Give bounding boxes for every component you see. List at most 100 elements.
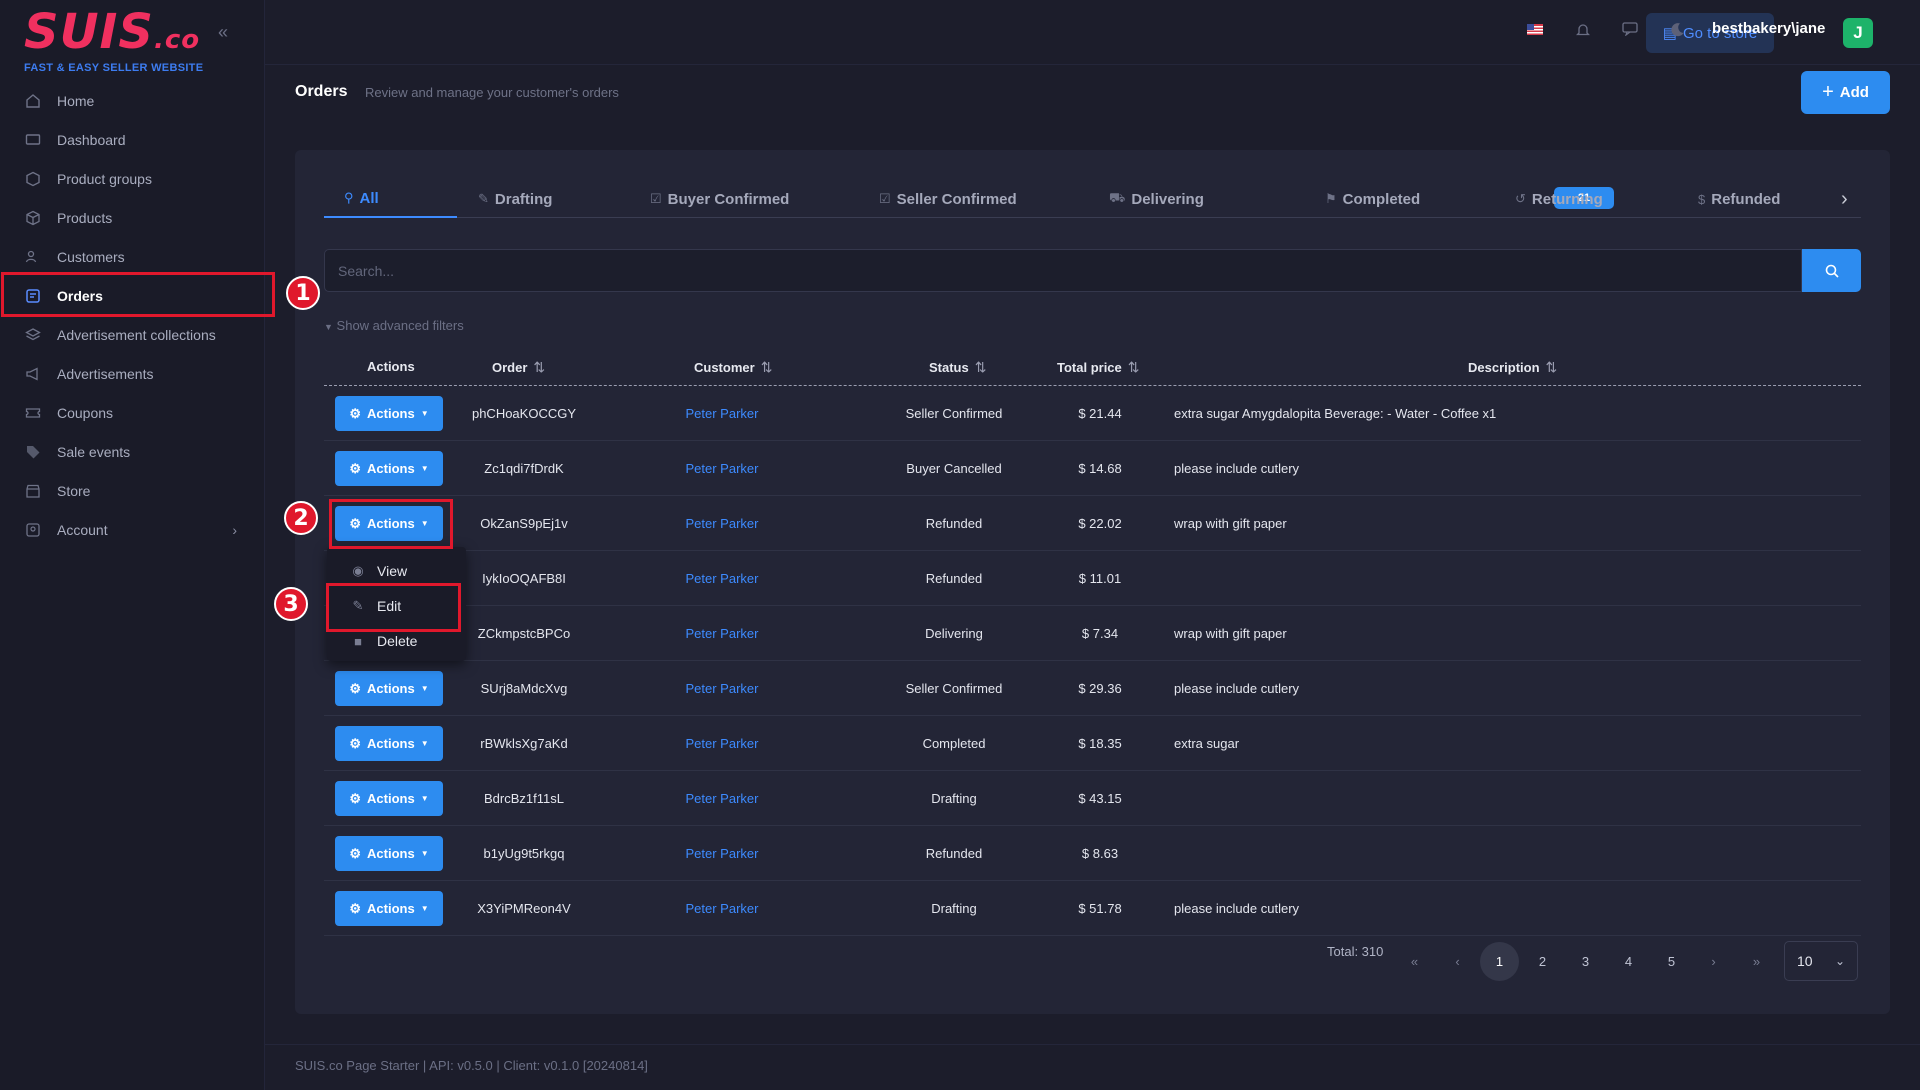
order-id[interactable]: ZCkmpstcBPCo [448, 606, 600, 661]
actions-button[interactable]: ⚙ Actions ▼ [335, 396, 443, 431]
header-total-price[interactable]: Total price ⇅ [1057, 359, 1140, 376]
header-order[interactable]: Order ⇅ [492, 359, 545, 376]
sort-icon[interactable]: ⇅ [761, 359, 773, 375]
add-button[interactable]: + Add [1801, 71, 1890, 114]
actions-button[interactable]: ⚙ Actions ▼ [335, 726, 443, 761]
tab-delivering[interactable]: ⛟ Delivering [1109, 180, 1204, 218]
sort-icon[interactable]: ⇅ [1128, 359, 1140, 375]
actions-button[interactable]: ⚙ Actions ▼ [335, 451, 443, 486]
sidebar-item-dashboard[interactable]: Dashboard [0, 120, 265, 159]
actions-button[interactable]: ⚙ Actions ▼ [335, 671, 443, 706]
message-icon[interactable] [1622, 22, 1638, 40]
actions-button[interactable]: ⚙ Actions ▼ [335, 506, 443, 541]
cube-icon [24, 170, 42, 188]
order-id[interactable]: BdrcBz1f11sL [448, 771, 600, 826]
table-row: ⚙ Actions ▼ BdrcBz1f11sL Peter Parker Draftin… [324, 771, 1861, 826]
order-id[interactable]: IykIoOQAFB8I [448, 551, 600, 606]
sidebar-item-customers[interactable]: Customers [0, 237, 265, 276]
page-2-button[interactable]: 2 [1523, 942, 1562, 981]
page-size-select[interactable]: 10 ⌄ [1784, 941, 1858, 981]
header-status[interactable]: Status ⇅ [929, 359, 986, 376]
page-1-button[interactable]: 1 [1480, 942, 1519, 981]
tab-all[interactable]: ⚲ All [324, 180, 457, 218]
sidebar-item-advertisements[interactable]: Advertisements [0, 354, 265, 393]
next-page-icon[interactable]: › [1694, 942, 1733, 981]
menu-item-view[interactable]: ◉ View [327, 555, 466, 587]
menu-item-delete[interactable]: ■ Delete [327, 625, 466, 657]
order-id[interactable]: OkZanS9pEj1v [448, 496, 600, 551]
customer-link[interactable]: Peter Parker [657, 826, 787, 881]
logo[interactable]: SUIS.co FAST & EASY SELLER WEBSITE [24, 6, 203, 74]
tab-completed[interactable]: ⚑ Completed [1325, 180, 1420, 218]
header-customer[interactable]: Customer ⇅ [694, 359, 772, 376]
sidebar-item-store[interactable]: Store [0, 471, 265, 510]
tab-seller-confirmed[interactable]: ☑ Seller Confirmed [879, 180, 1017, 218]
description-text: please include cutlery [1174, 461, 1300, 476]
prev-page-icon[interactable]: ‹ [1438, 942, 1477, 981]
order-id[interactable]: Zc1qdi7fDrdK [448, 441, 600, 496]
order-id[interactable]: SUrj8aMdcXvg [448, 661, 600, 716]
customer-link[interactable]: Peter Parker [657, 606, 787, 661]
actions-button[interactable]: ⚙ Actions ▼ [335, 781, 443, 816]
user-name[interactable]: bestbakery\jane [1712, 20, 1825, 37]
moon-icon[interactable] [1669, 22, 1685, 42]
page-5-button[interactable]: 5 [1652, 942, 1691, 981]
checkbox-icon: ☑ [879, 191, 891, 206]
customer-link[interactable]: Peter Parker [657, 716, 787, 771]
footer-text: SUIS.co Page Starter | API: v0.5.0 | Cli… [295, 1058, 648, 1073]
description-text: wrap with gift paper [1174, 516, 1287, 531]
description-text: extra sugar Amygdalopita Beverage: - Wat… [1174, 406, 1497, 421]
page-3-button[interactable]: 3 [1566, 942, 1605, 981]
sort-icon[interactable]: ⇅ [975, 359, 987, 375]
order-id[interactable]: b1yUg9t5rkgq [448, 826, 600, 881]
header-description[interactable]: Description ⇅ [1468, 359, 1557, 376]
actions-button[interactable]: ⚙ Actions ▼ [335, 891, 443, 926]
bell-icon[interactable] [1575, 22, 1591, 41]
sort-icon[interactable]: ⇅ [1546, 359, 1558, 375]
tab-returning[interactable]: ↺ Returning [1515, 180, 1603, 218]
total-count: Total: 310 [1327, 944, 1384, 959]
sidebar-item-account[interactable]: Account › [0, 510, 265, 549]
step-badge-1: 1 [286, 276, 320, 310]
sidebar-item-products[interactable]: Products [0, 198, 265, 237]
sidebar-item-home[interactable]: Home [0, 81, 265, 120]
sidebar-item-label: Store [57, 482, 91, 499]
sidebar-item-orders[interactable]: Orders [0, 276, 265, 315]
table-row: IykIoOQAFB8I Peter Parker Refunded $ 11.01 [324, 551, 1861, 606]
first-page-icon[interactable]: « [1395, 942, 1434, 981]
avatar[interactable]: J [1843, 18, 1873, 48]
collapse-sidebar-icon[interactable]: « [218, 22, 228, 43]
logo-suffix: .co [153, 25, 201, 55]
tab-drafting[interactable]: ✎ Drafting [478, 180, 552, 218]
order-id[interactable]: rBWklsXg7aKd [448, 716, 600, 771]
last-page-icon[interactable]: » [1737, 942, 1776, 981]
customer-link[interactable]: Peter Parker [657, 771, 787, 826]
order-id[interactable]: phCHoaKOCCGY [448, 386, 600, 441]
search-input[interactable] [324, 249, 1802, 292]
sidebar-item-coupons[interactable]: Coupons [0, 393, 265, 432]
customer-link[interactable]: Peter Parker [657, 441, 787, 496]
show-advanced-filters-link[interactable]: ▼ Show advanced filters [324, 318, 464, 333]
tabs-next-icon[interactable]: › [1841, 180, 1848, 218]
sidebar-item-advertisement-collections[interactable]: Advertisement collections [0, 315, 265, 354]
page-4-button[interactable]: 4 [1609, 942, 1648, 981]
order-id[interactable]: X3YiPMReon4V [448, 881, 600, 936]
search-button[interactable] [1802, 249, 1861, 292]
tab-refunded[interactable]: $ Refunded [1698, 180, 1780, 218]
actions-button[interactable]: ⚙ Actions ▼ [335, 836, 443, 871]
customer-link[interactable]: Peter Parker [657, 386, 787, 441]
customer-link[interactable]: Peter Parker [657, 551, 787, 606]
step-badge-2: 2 [284, 501, 318, 535]
sidebar-item-sale-events[interactable]: Sale events [0, 432, 265, 471]
sidebar-item-label: Sale events [57, 443, 131, 460]
sidebar-item-product-groups[interactable]: Product groups [0, 159, 265, 198]
sort-icon[interactable]: ⇅ [533, 359, 545, 375]
tab-buyer-confirmed[interactable]: ☑ Buyer Confirmed [650, 180, 789, 218]
customer-link[interactable]: Peter Parker [657, 881, 787, 936]
total-price: $ 43.15 [1078, 791, 1122, 806]
customer-link[interactable]: Peter Parker [657, 661, 787, 716]
menu-item-edit[interactable]: ✎ Edit [327, 590, 466, 622]
customer-link[interactable]: Peter Parker [657, 496, 787, 551]
search-icon: ⚲ [344, 190, 354, 205]
us-flag-icon[interactable] [1527, 22, 1543, 39]
